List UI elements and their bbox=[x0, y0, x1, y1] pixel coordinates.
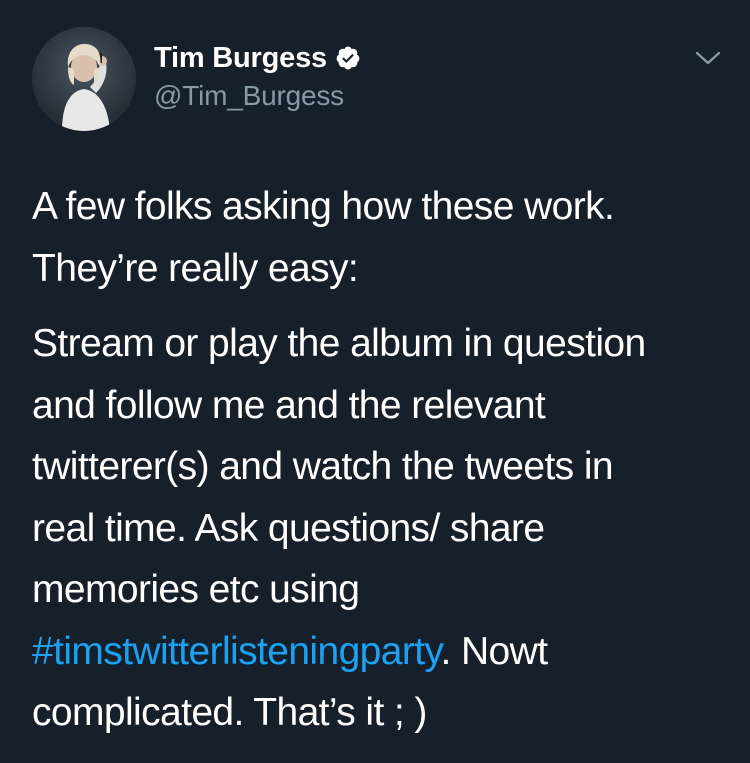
display-name-row: Tim Burgess bbox=[154, 40, 361, 76]
tweet-line: and follow me and the relevant bbox=[32, 383, 546, 427]
tweet-paragraph: A few folks asking how these work. They’… bbox=[32, 176, 732, 299]
tweet-line: Stream or play the album in question bbox=[32, 322, 646, 365]
hashtag-link[interactable]: #timstwitterlisteningparty bbox=[32, 630, 441, 673]
tweet-paragraph: Stream or play the album in question and… bbox=[32, 313, 732, 744]
tweet-line: real time. Ask questions/ share bbox=[32, 506, 545, 550]
user-info[interactable]: Tim Burgess @Tim_Burgess bbox=[154, 40, 361, 112]
display-name[interactable]: Tim Burgess bbox=[154, 42, 327, 75]
tweet-line: . Nowt bbox=[440, 629, 549, 673]
tweet-line: complicated. That’s it ; ) bbox=[32, 691, 427, 734]
tweet-line: A few folks asking how these work. bbox=[32, 185, 615, 228]
tweet-line: twitterer(s) and watch the tweets in bbox=[32, 445, 614, 488]
tweet-line: They’re really easy: bbox=[32, 246, 359, 290]
user-handle[interactable]: @Tim_Burgess bbox=[154, 80, 361, 112]
verified-badge-icon bbox=[335, 45, 361, 71]
chevron-down-icon[interactable] bbox=[694, 48, 722, 68]
tweet-card: Tim Burgess @Tim_Burgess A few folks ask… bbox=[0, 0, 750, 763]
tweet-text: A few folks asking how these work. They’… bbox=[32, 176, 732, 744]
avatar[interactable] bbox=[32, 27, 136, 131]
avatar-photo bbox=[32, 27, 136, 131]
tweet-line: memories etc using bbox=[32, 568, 360, 611]
